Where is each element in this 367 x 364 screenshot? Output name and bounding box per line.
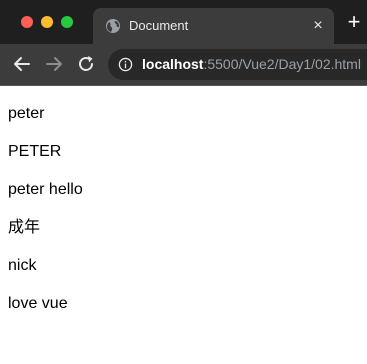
tab-title: Document — [129, 18, 189, 33]
url-text[interactable]: localhost:5500/Vue2/Day1/02.html — [142, 56, 361, 73]
window-minimize-button[interactable] — [41, 16, 53, 28]
forward-arrow-icon[interactable] — [44, 54, 64, 74]
text-line: 成年 — [8, 219, 41, 236]
text-line: nick — [8, 257, 37, 274]
info-icon[interactable] — [118, 57, 133, 72]
text-line: love vue — [8, 295, 68, 312]
window-maximize-button[interactable] — [61, 16, 73, 28]
back-arrow-icon[interactable] — [12, 54, 32, 74]
window-close-button[interactable] — [21, 16, 33, 28]
address-bar[interactable]: localhost:5500/Vue2/Day1/02.html — [108, 49, 367, 80]
toolbar: localhost:5500/Vue2/Day1/02.html — [0, 44, 367, 85]
globe-icon — [106, 19, 120, 33]
text-line: peter — [8, 105, 45, 122]
browser-window: Document × + localhost:5500/Vue2/Day1/02… — [0, 0, 367, 364]
tab-close-icon[interactable]: × — [309, 17, 327, 35]
new-tab-button[interactable]: + — [344, 11, 364, 33]
url-host: localhost — [142, 56, 204, 72]
text-line: PETER — [8, 143, 62, 160]
tab-document[interactable]: Document × — [93, 8, 334, 44]
text-line: peter hello — [8, 181, 83, 198]
url-path: :5500/Vue2/Day1/02.html — [203, 56, 361, 72]
tab-strip: Document × + — [0, 0, 367, 44]
reload-icon[interactable] — [76, 54, 96, 74]
page-content: peter PETER peter hello 成年 nick love vue — [0, 86, 367, 364]
